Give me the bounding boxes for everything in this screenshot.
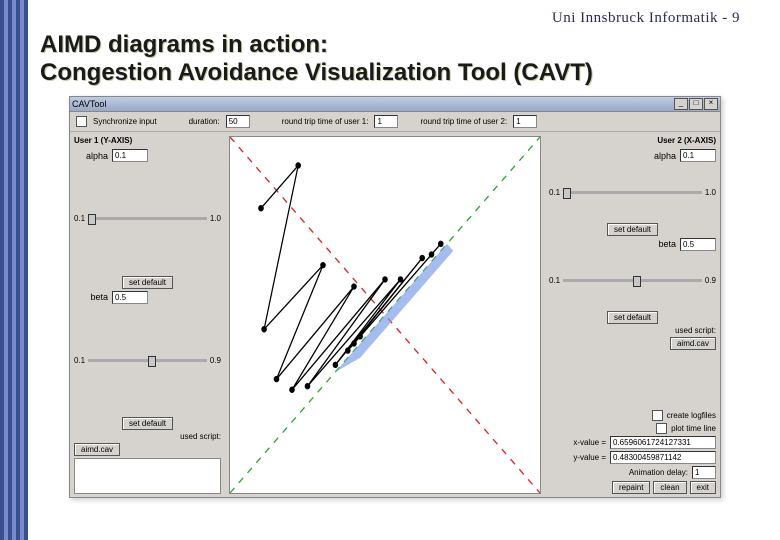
user2-beta-slider[interactable] — [563, 279, 702, 282]
minimize-icon[interactable]: _ — [674, 98, 688, 110]
clean-button[interactable]: clean — [653, 481, 686, 494]
user1-alpha-label: alpha — [74, 151, 108, 161]
user1-header: User 1 (Y-AXIS) — [74, 136, 221, 145]
user1-alpha-input[interactable]: 0.1 — [112, 149, 148, 162]
user2-alpha-hi: 1.0 — [705, 188, 716, 197]
user1-alpha-hi: 1.0 — [210, 214, 221, 223]
user1-script-button[interactable]: aimd.cav — [74, 443, 120, 456]
title-line-1: AIMD diagrams in action: — [40, 31, 328, 58]
close-icon[interactable]: × — [704, 98, 718, 110]
user2-beta-lo: 0.1 — [549, 276, 560, 285]
xval-label: x-value = — [573, 438, 606, 447]
page-header: Uni Innsbruck Informatik - 9 — [40, 10, 750, 27]
plotline-checkbox[interactable] — [656, 423, 667, 434]
plot-svg — [230, 137, 540, 493]
user2-beta-label: beta — [642, 239, 676, 249]
repaint-button[interactable]: repaint — [612, 481, 650, 494]
xval-output: 0.6596061724127331 — [610, 436, 716, 449]
user1-beta-lo: 0.1 — [74, 356, 85, 365]
user1-beta-label: beta — [74, 292, 108, 302]
user2-header: User 2 (X-AXIS) — [549, 136, 716, 145]
yval-output: 0.48300459871142 — [610, 451, 716, 464]
trajectory — [258, 162, 453, 393]
user1-panel: User 1 (Y-AXIS) alpha 0.1 0.1 1.0 set de… — [70, 132, 225, 498]
titlebar[interactable]: CAVTool _ □ × — [70, 97, 720, 112]
user2-alpha-default-button[interactable]: set default — [607, 223, 658, 236]
aimd-plot — [229, 136, 541, 494]
user1-beta-input[interactable]: 0.5 — [112, 291, 148, 304]
rtt1-input[interactable]: 1 — [374, 115, 398, 128]
user2-alpha-lo: 0.1 — [549, 188, 560, 197]
user2-beta-input[interactable]: 0.5 — [680, 238, 716, 251]
logfiles-checkbox[interactable] — [652, 410, 663, 421]
user1-beta-default-button[interactable]: set default — [122, 417, 173, 430]
plotline-label: plot time line — [671, 424, 716, 433]
user2-beta-default-button[interactable]: set default — [607, 311, 658, 324]
user2-script-button[interactable]: aimd.cav — [670, 337, 716, 350]
user2-alpha-label: alpha — [642, 151, 676, 161]
duration-label: duration: — [189, 117, 220, 126]
sync-label: Synchronize input — [93, 117, 157, 126]
user2-panel: User 2 (X-AXIS) alpha 0.1 0.1 1.0 set de… — [545, 132, 720, 498]
user2-alpha-slider[interactable] — [563, 191, 702, 194]
user2-beta-hi: 0.9 — [705, 276, 716, 285]
app-window: CAVTool _ □ × Synchronize input duration… — [69, 96, 721, 498]
user2-alpha-input[interactable]: 0.1 — [680, 149, 716, 162]
rtt2-input[interactable]: 1 — [513, 115, 537, 128]
user1-alpha-lo: 0.1 — [74, 214, 85, 223]
rtt1-label: round trip time of user 1: — [282, 117, 369, 126]
anim-input[interactable]: 1 — [692, 466, 716, 479]
side-stripe — [0, 0, 28, 540]
user1-alpha-default-button[interactable]: set default — [122, 276, 173, 289]
toolbar: Synchronize input duration: 50 round tri… — [70, 112, 720, 132]
window-title: CAVTool — [72, 99, 106, 109]
exit-button[interactable]: exit — [690, 481, 716, 494]
yval-label: y-value = — [573, 453, 606, 462]
output-box — [74, 458, 221, 494]
user1-beta-hi: 0.9 — [210, 356, 221, 365]
duration-input[interactable]: 50 — [226, 115, 250, 128]
sync-checkbox[interactable] — [76, 116, 87, 127]
user1-alpha-slider[interactable] — [88, 217, 207, 220]
anim-label: Animation delay: — [629, 468, 688, 477]
user1-used-script-label: used script: — [74, 432, 221, 441]
page-title: AIMD diagrams in action: Congestion Avoi… — [40, 31, 750, 86]
logfiles-label: create logfiles — [667, 411, 716, 420]
title-line-2: Congestion Avoidance Visualization Tool … — [40, 59, 593, 86]
maximize-icon[interactable]: □ — [689, 98, 703, 110]
user2-used-script-label: used script: — [549, 326, 716, 335]
rtt2-label: round trip time of user 2: — [420, 117, 507, 126]
user1-beta-slider[interactable] — [88, 359, 207, 362]
